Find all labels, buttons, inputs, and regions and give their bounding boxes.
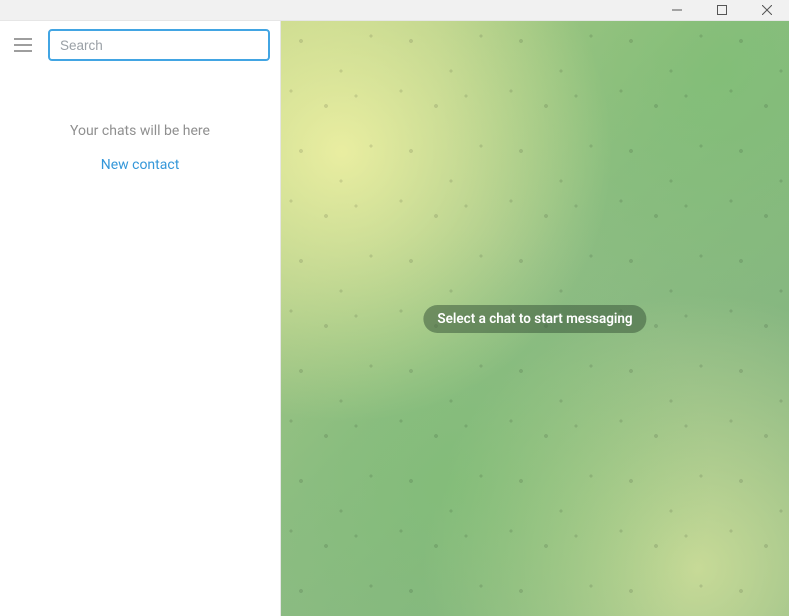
- chat-area: Select a chat to start messaging: [281, 21, 789, 616]
- window-close-button[interactable]: [744, 0, 789, 21]
- minimize-icon: [672, 5, 682, 15]
- search-input[interactable]: [48, 29, 270, 61]
- chats-hint: Your chats will be here: [0, 123, 280, 139]
- new-contact-link[interactable]: New contact: [101, 157, 180, 173]
- app-body: Your chats will be here New contact Sele…: [0, 21, 789, 616]
- hamburger-icon: [14, 38, 32, 52]
- window-maximize-button[interactable]: [699, 0, 744, 21]
- main-menu-button[interactable]: [8, 30, 38, 60]
- close-icon: [762, 5, 772, 15]
- search-wrap: [48, 29, 270, 61]
- empty-chat-hint: Select a chat to start messaging: [423, 305, 646, 333]
- sidebar-content: Your chats will be here New contact: [0, 69, 280, 616]
- app-window: Your chats will be here New contact Sele…: [0, 0, 789, 616]
- sidebar: Your chats will be here New contact: [0, 21, 281, 616]
- window-minimize-button[interactable]: [654, 0, 699, 21]
- maximize-icon: [717, 5, 727, 15]
- titlebar: [0, 0, 789, 21]
- sidebar-topbar: [0, 21, 280, 69]
